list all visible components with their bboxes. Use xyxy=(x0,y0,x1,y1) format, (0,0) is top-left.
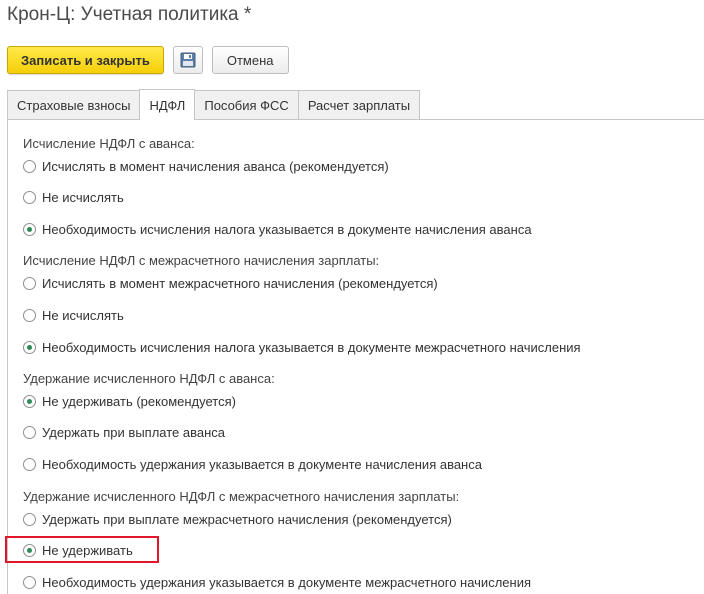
radio-button[interactable] xyxy=(23,575,36,589)
tab-bar: Страховые взносы НДФЛ Пособия ФСС Расчет… xyxy=(7,89,421,120)
radio-option[interactable]: Не исчислять xyxy=(23,187,124,207)
radio-option[interactable]: Удержать при выплате аванса xyxy=(23,422,225,442)
tab-ndfl[interactable]: НДФЛ xyxy=(139,89,196,120)
radio-option[interactable]: Необходимость удержания указывается в до… xyxy=(23,454,482,474)
save-button[interactable] xyxy=(172,46,203,74)
radio-option[interactable]: Удержать при выплате межрасчетного начис… xyxy=(23,509,452,529)
radio-option[interactable]: Необходимость удержания указывается в до… xyxy=(23,572,531,592)
group-label-advance-calculation: Исчисление НДФЛ с аванса: xyxy=(23,136,195,151)
tab-panel-ndfl: Исчисление НДФЛ с аванса: Исчислять в мо… xyxy=(7,119,704,594)
radio-label: Исчислять в момент начисления аванса (ре… xyxy=(42,158,389,174)
cancel-button[interactable]: Отмена xyxy=(211,46,289,74)
radio-option[interactable]: Не исчислять xyxy=(23,305,124,325)
radio-label: Необходимость исчисления налога указывае… xyxy=(42,339,581,355)
radio-button[interactable] xyxy=(23,512,36,526)
radio-option[interactable]: Исчислять в момент межрасчетного начисле… xyxy=(23,273,438,293)
radio-label: Не исчислять xyxy=(42,189,124,205)
radio-label: Не удерживать (рекомендуется) xyxy=(42,393,236,409)
radio-option[interactable]: Необходимость исчисления налога указывае… xyxy=(23,219,532,239)
radio-label: Не исчислять xyxy=(42,307,124,323)
radio-label: Необходимость удержания указывается в до… xyxy=(42,456,482,472)
radio-button[interactable] xyxy=(23,276,36,290)
tab-insurance-contributions[interactable]: Страховые взносы xyxy=(7,90,141,119)
radio-button[interactable] xyxy=(23,159,36,173)
radio-label: Удержать при выплате аванса xyxy=(42,424,226,440)
radio-button[interactable] xyxy=(23,308,36,322)
group-label-interim-calculation: Исчисление НДФЛ с межрасчетного начислен… xyxy=(23,253,380,268)
radio-button[interactable] xyxy=(23,340,36,354)
radio-option[interactable]: Исчислять в момент начисления аванса (ре… xyxy=(23,156,389,176)
radio-label: Необходимость исчисления налога указывае… xyxy=(42,221,532,237)
radio-option[interactable]: Необходимость исчисления налога указывае… xyxy=(23,337,581,357)
radio-label: Необходимость удержания указывается в до… xyxy=(42,574,531,590)
tab-payroll-calculation[interactable]: Расчет зарплаты xyxy=(297,90,421,119)
radio-button[interactable] xyxy=(23,222,36,236)
tab-fss-benefits[interactable]: Пособия ФСС xyxy=(194,90,299,119)
radio-label: Исчислять в момент межрасчетного начисле… xyxy=(42,275,438,291)
floppy-disk-icon xyxy=(180,52,196,68)
group-label-advance-withholding: Удержание исчисленного НДФЛ с аванса: xyxy=(23,371,275,386)
highlight-box xyxy=(5,536,159,563)
toolbar: Записать и закрыть Отмена xyxy=(7,45,289,75)
window-title: Крон-Ц: Учетная политика * xyxy=(7,4,252,25)
group-label-interim-withholding: Удержание исчисленного НДФЛ с межрасчетн… xyxy=(23,489,460,504)
radio-button[interactable] xyxy=(23,190,36,204)
radio-option[interactable]: Не удерживать (рекомендуется) xyxy=(23,391,236,411)
radio-button[interactable] xyxy=(23,394,36,408)
save-and-close-button[interactable]: Записать и закрыть xyxy=(7,46,164,74)
radio-label: Удержать при выплате межрасчетного начис… xyxy=(42,511,452,527)
radio-button[interactable] xyxy=(23,425,36,439)
form-window: Крон-Ц: Учетная политика * Записать и за… xyxy=(0,0,704,594)
radio-button[interactable] xyxy=(23,457,36,471)
